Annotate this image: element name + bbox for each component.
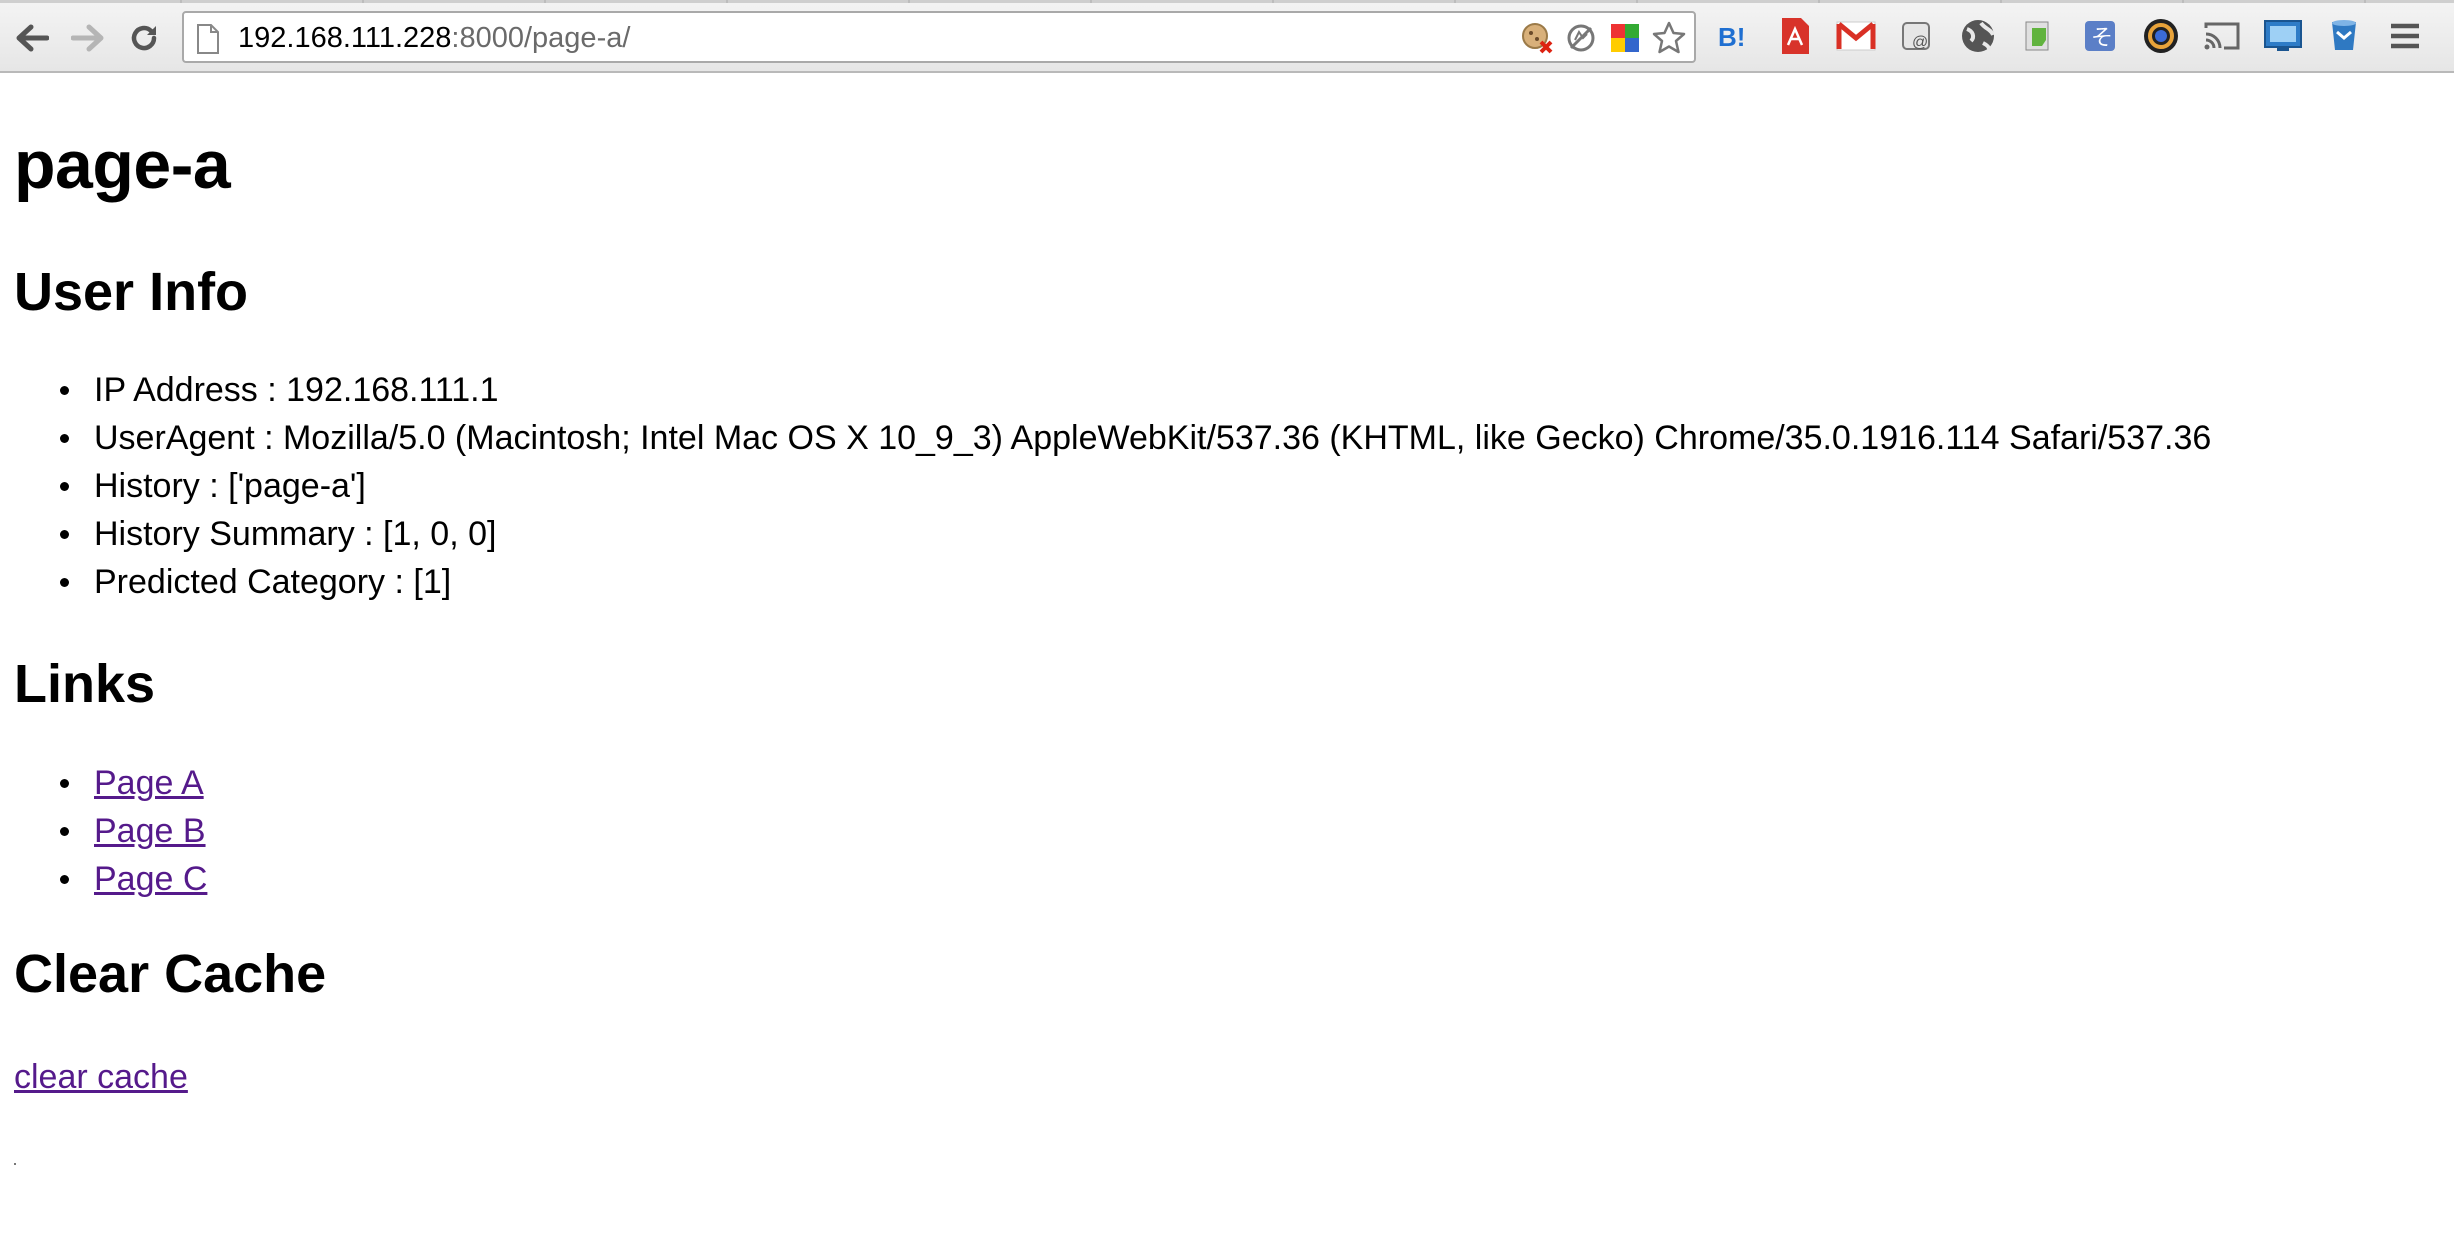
user-info-heading: User Info (14, 262, 249, 322)
link-page-a[interactable]: Page A (94, 764, 204, 802)
link-page-c[interactable]: Page C (94, 860, 207, 898)
browser-toolbar: 192.168.111.228:8000/page-a/ B! @ そ (0, 0, 2454, 73)
stray-dot (14, 1163, 16, 1165)
hatena-bookmark-icon[interactable]: B! (1712, 14, 1756, 58)
svg-text:B!: B! (1718, 22, 1745, 51)
bookmark-star-icon[interactable] (1652, 21, 1686, 55)
gmail-icon[interactable] (1834, 14, 1878, 58)
cast-icon[interactable] (2200, 14, 2244, 58)
color-picker-icon[interactable] (1608, 21, 1642, 55)
url-host: 192.168.111.228 (238, 22, 452, 54)
address-bar[interactable]: 192.168.111.228:8000/page-a/ (182, 11, 1696, 63)
user-info-list: IP Address : 192.168.111.1 UserAgent : M… (14, 366, 2211, 606)
page-title: page-a (14, 127, 231, 203)
user-info-ip: IP Address : 192.168.111.1 (14, 366, 2211, 414)
no-tracking-icon[interactable] (1564, 21, 1598, 55)
forward-arrow-icon (71, 24, 104, 52)
forward-button[interactable] (68, 18, 108, 58)
reload-icon (131, 25, 157, 51)
svg-text:そ: そ (2091, 26, 2113, 51)
translate-icon[interactable]: そ (2078, 14, 2122, 58)
url-text[interactable]: 192.168.111.228:8000/page-a/ (238, 22, 630, 54)
user-info-useragent: UserAgent : Mozilla/5.0 (Macintosh; Inte… (14, 414, 2211, 462)
svg-text:@: @ (1912, 34, 1928, 51)
globe-icon[interactable] (1956, 14, 2000, 58)
screenshot-icon[interactable] (2261, 14, 2305, 58)
user-info-history-summary: History Summary : [1, 0, 0] (14, 510, 2211, 558)
user-info-history: History : ['page-a'] (14, 462, 2211, 510)
menu-icon[interactable] (2383, 14, 2427, 58)
page-icon (197, 24, 219, 54)
mail-checker-icon[interactable]: @ (1895, 14, 1939, 58)
link-item: Page B (14, 807, 207, 855)
camera-icon[interactable] (2139, 14, 2183, 58)
link-item: Page C (14, 855, 207, 903)
clear-cache-link[interactable]: clear cache (14, 1053, 188, 1101)
back-button[interactable] (12, 18, 52, 58)
back-arrow-icon (16, 24, 49, 52)
pdf-icon[interactable] (1773, 14, 1817, 58)
links-list: Page A Page B Page C (14, 759, 207, 903)
pocket-icon[interactable] (2322, 14, 2366, 58)
reload-button[interactable] (124, 18, 164, 58)
clear-cache-heading: Clear Cache (14, 944, 327, 1004)
link-item: Page A (14, 759, 207, 807)
links-heading: Links (14, 654, 156, 714)
evernote-icon[interactable] (2017, 14, 2061, 58)
user-info-predicted-category: Predicted Category : [1] (14, 558, 2211, 606)
cookie-blocked-icon[interactable] (1520, 21, 1554, 55)
url-path: :8000/page-a/ (451, 22, 631, 54)
link-page-b[interactable]: Page B (94, 812, 206, 850)
